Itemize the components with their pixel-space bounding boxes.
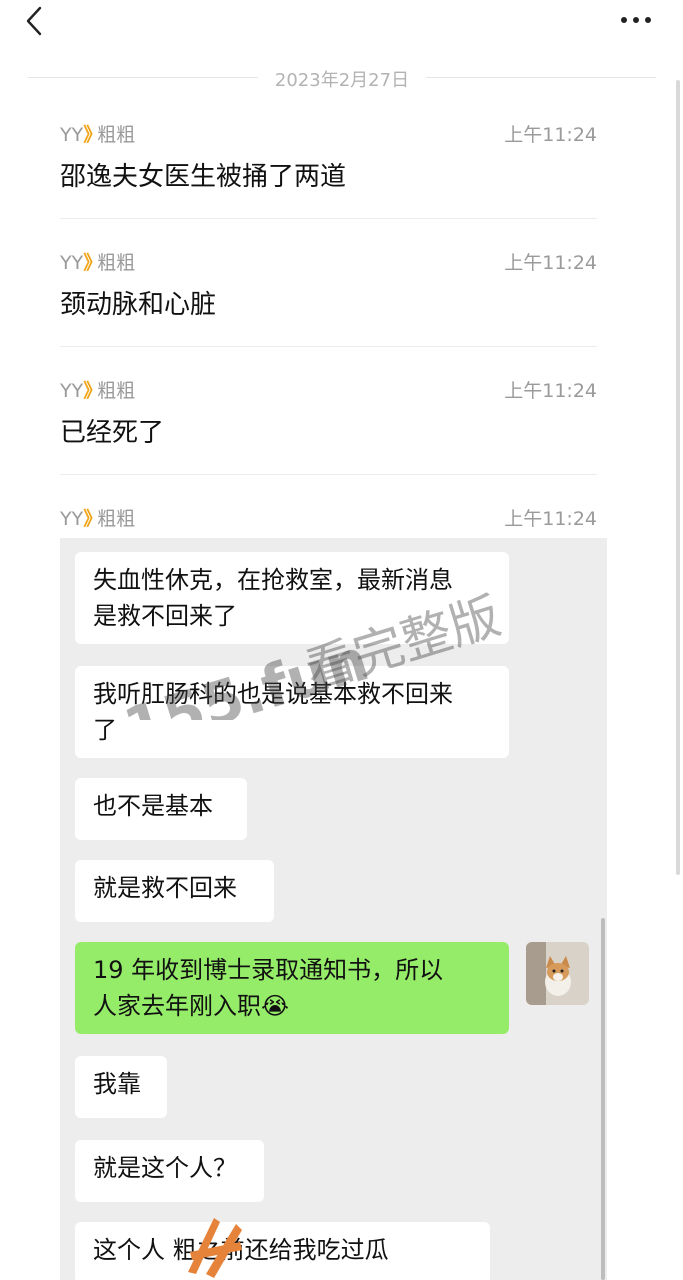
chat-bubble: 这个人 粗之前还给我吃过瓜: [75, 1222, 490, 1280]
chat-bubble: 就是救不回来: [75, 860, 274, 922]
message-sender: YY》粗粗: [60, 504, 135, 531]
bubble-line: 人家去年刚入职😭: [93, 992, 290, 1020]
arrow-separator-icon: 》: [83, 508, 103, 530]
arrow-separator-icon: 》: [83, 124, 103, 146]
message-meta: YY》粗粗 上午11:24: [60, 246, 597, 274]
bubble-line: 也不是基本: [93, 792, 213, 820]
bubble-line: 了: [93, 716, 117, 744]
inner-scrollbar[interactable]: [601, 918, 605, 1280]
top-nav-bar: [0, 0, 683, 50]
message-time: 上午11:24: [504, 508, 597, 530]
chat-bubble: 就是这个人？: [75, 1140, 264, 1202]
chat-bubble-sent: 19 年收到博士录取通知书，所以 人家去年刚入职😭: [75, 942, 509, 1034]
message-item[interactable]: YY》粗粗 上午11:24 颈动脉和心脏: [60, 246, 597, 346]
bubble-line: 这个人 粗之前还给我吃过瓜: [93, 1236, 389, 1264]
chat-screenshot-image[interactable]: 失血性休克，在抢救室，最新消息 是救不回来了 我听肛肠科的也是说基本救不回来 了…: [60, 538, 607, 1280]
message-item[interactable]: YY》粗粗 上午11:24 邵逸夫女医生被捅了两道: [60, 118, 597, 218]
chat-bubble: 我听肛肠科的也是说基本救不回来 了: [75, 666, 509, 758]
bubble-line: 就是这个人？: [93, 1154, 237, 1182]
message-divider: [60, 474, 597, 475]
bubble-line: 失血性休克，在抢救室，最新消息: [93, 566, 453, 594]
chat-bubble: 我靠: [75, 1056, 167, 1118]
back-button[interactable]: [22, 4, 52, 38]
message-meta: YY》粗粗 上午11:24: [60, 502, 597, 530]
more-horizontal-icon: [621, 17, 651, 23]
bubble-line: 是救不回来了: [93, 602, 237, 630]
message-item[interactable]: YY》粗粗 上午11:24: [60, 502, 597, 536]
chat-bubble: 失血性休克，在抢救室，最新消息 是救不回来了: [75, 552, 509, 644]
message-time: 上午11:24: [504, 124, 597, 146]
message-text: 已经死了: [60, 418, 165, 448]
chevron-left-icon: [26, 6, 42, 36]
arrow-separator-icon: 》: [83, 380, 103, 402]
message-sender: YY》粗粗: [60, 120, 135, 147]
message-sender: YY》粗粗: [60, 376, 135, 403]
message-time: 上午11:24: [504, 380, 597, 402]
arrow-separator-icon: 》: [83, 252, 103, 274]
more-options-button[interactable]: [618, 8, 658, 32]
date-label: 2023年2月27日: [274, 70, 410, 91]
message-item[interactable]: YY》粗粗 上午11:24 已经死了: [60, 374, 597, 474]
bubble-line: 就是救不回来: [93, 874, 237, 902]
page-scrollbar[interactable]: [676, 80, 680, 875]
avatar: [526, 942, 589, 1005]
divider-right: [426, 77, 656, 78]
bubble-line: 19 年收到博士录取通知书，所以: [93, 956, 444, 984]
message-text: 颈动脉和心脏: [60, 290, 217, 320]
message-text: 邵逸夫女医生被捅了两道: [60, 162, 347, 192]
message-sender: YY》粗粗: [60, 248, 135, 275]
bubble-line: 我听肛肠科的也是说基本救不回来: [93, 680, 453, 708]
message-divider: [60, 346, 597, 347]
chat-bubble: 也不是基本: [75, 778, 247, 840]
message-divider: [60, 218, 597, 219]
date-separator: 2023年2月27日: [28, 64, 656, 92]
message-meta: YY》粗粗 上午11:24: [60, 374, 597, 402]
dog-avatar-icon: [526, 942, 589, 1005]
bubble-line: 我靠: [93, 1070, 141, 1098]
message-meta: YY》粗粗 上午11:24: [60, 118, 597, 146]
message-time: 上午11:24: [504, 252, 597, 274]
